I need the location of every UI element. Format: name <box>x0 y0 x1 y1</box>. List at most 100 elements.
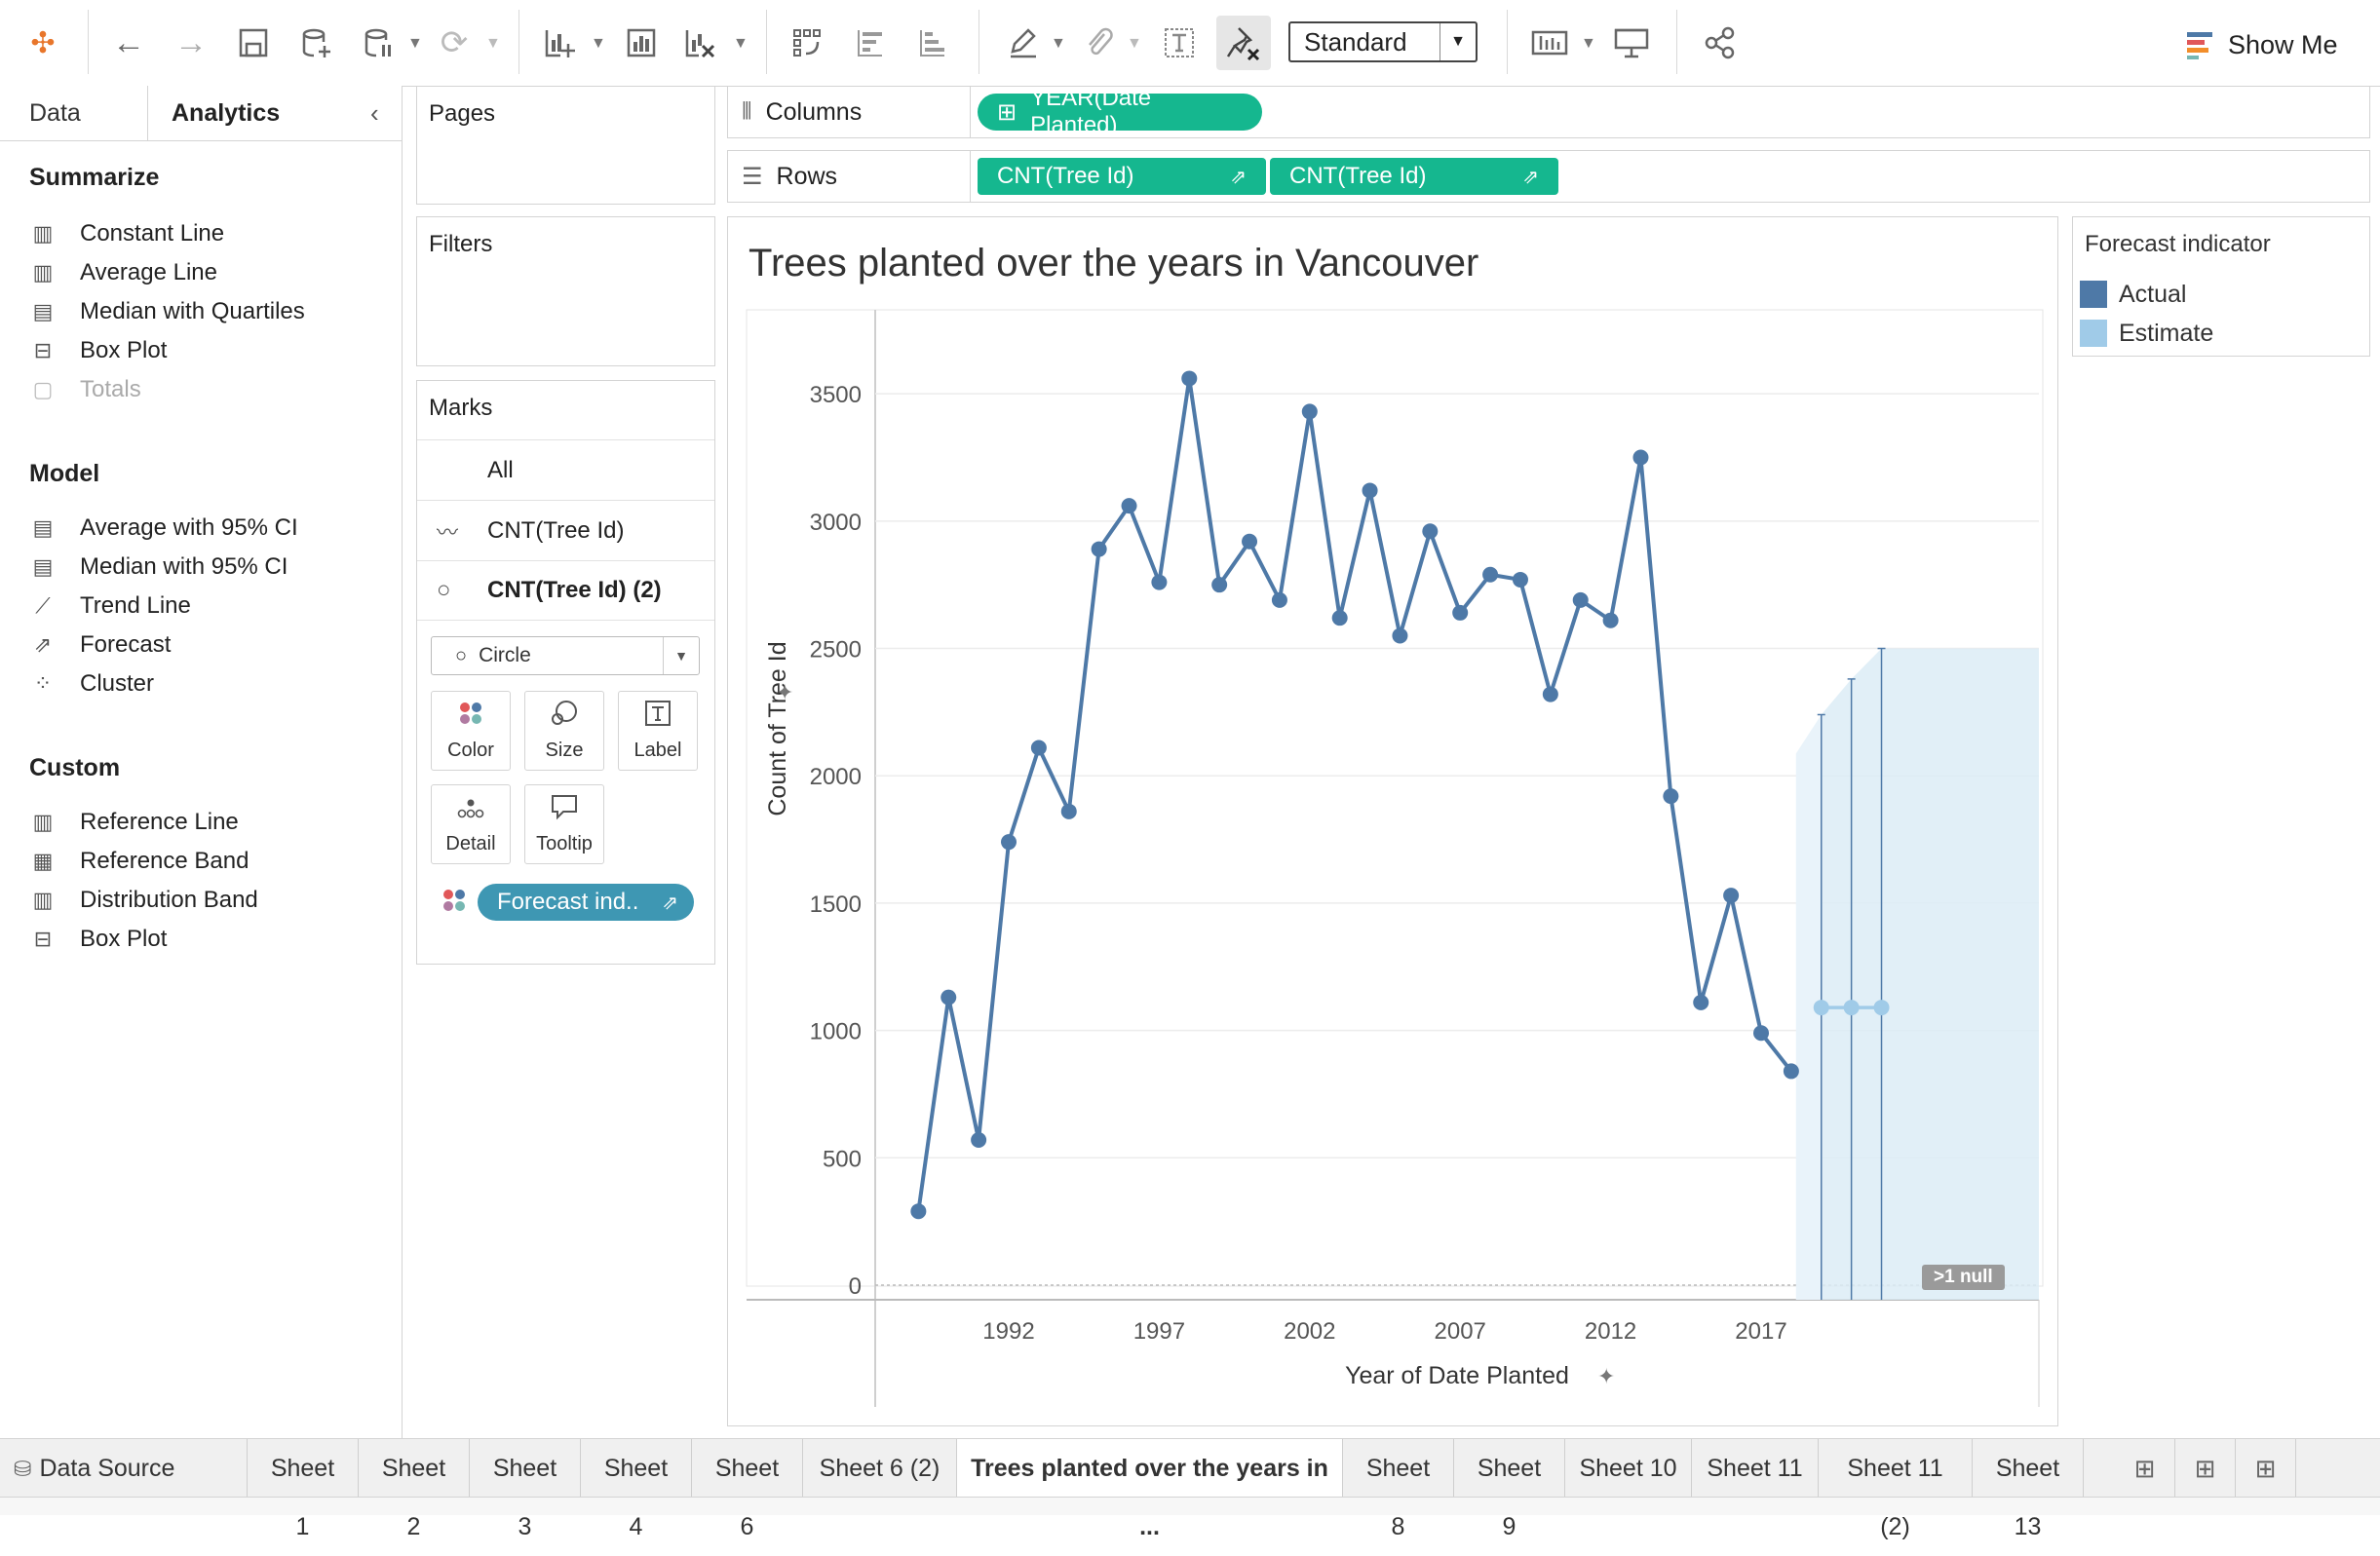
highlight-icon[interactable] <box>1002 21 1045 64</box>
sheet-tab[interactable]: Sheet 2 <box>359 1439 470 1540</box>
actual-data-point[interactable] <box>1151 574 1168 590</box>
collapse-panel-icon[interactable]: ‹ <box>370 86 379 140</box>
marks-row-cnt-tree-id[interactable]: 〰 CNT(Tree Id) <box>417 500 714 560</box>
show-me-button[interactable]: Show Me <box>2185 25 2338 64</box>
actual-data-point[interactable] <box>1001 834 1017 851</box>
duplicate-sheet-icon[interactable] <box>620 21 663 64</box>
presentation-mode-icon[interactable] <box>1610 21 1653 64</box>
marks-tooltip-button[interactable]: Tooltip <box>524 784 604 864</box>
sheet-tab[interactable]: Sheet 6 <box>692 1439 803 1540</box>
actual-data-point[interactable] <box>1211 577 1228 593</box>
fix-axes-icon[interactable] <box>1216 16 1271 70</box>
actual-data-point[interactable] <box>971 1132 987 1149</box>
new-worksheet-tab-icon[interactable]: ⊞ <box>2115 1439 2175 1498</box>
swap-rows-columns-icon[interactable] <box>786 21 828 64</box>
marks-row-cnt-tree-id-2[interactable]: ○ CNT(Tree Id) (2) <box>417 560 714 621</box>
save-icon[interactable] <box>232 21 275 64</box>
analytics-item-forecast[interactable]: ⇗ Forecast <box>29 626 172 664</box>
actual-data-point[interactable] <box>1572 591 1589 608</box>
marks-color-button[interactable]: Color <box>431 691 511 771</box>
pin-icon[interactable]: ✦ <box>1597 1364 1615 1388</box>
actual-data-point[interactable] <box>1362 482 1378 499</box>
rows-shelf[interactable]: ☰ Rows CNT(Tree Id) ⇗ CNT(Tree Id) ⇗ <box>727 150 2370 203</box>
columns-pill-year-date-planted[interactable]: ⊞ YEAR(Date Planted) <box>978 85 1262 138</box>
view-size-select[interactable]: Standard ▼ <box>1288 21 1478 62</box>
actual-data-point[interactable] <box>1542 686 1558 702</box>
share-icon[interactable] <box>1698 21 1741 64</box>
null-values-badge[interactable]: >1 null <box>1922 1265 2005 1290</box>
sheet-tab[interactable]: Sheet 11 <box>1692 1439 1819 1498</box>
new-story-tab-icon[interactable]: ⊞ <box>2236 1439 2296 1498</box>
actual-series-line[interactable] <box>916 376 1793 1212</box>
new-worksheet-dropdown-icon[interactable]: ▼ <box>591 35 606 53</box>
sheet-tab[interactable]: Sheet 9 <box>1454 1439 1565 1540</box>
mark-type-select[interactable]: ○ Circle ▼ <box>431 636 700 675</box>
clear-sheet-dropdown-icon[interactable]: ▼ <box>733 35 749 53</box>
actual-data-point[interactable] <box>1242 533 1258 550</box>
tab-data[interactable]: Data <box>0 86 148 140</box>
actual-data-point[interactable] <box>1602 612 1619 628</box>
analytics-item-totals[interactable]: ▢ Totals <box>29 370 141 409</box>
columns-shelf[interactable]: ⦀ Columns ⊞ YEAR(Date Planted) <box>727 85 2370 138</box>
actual-data-point[interactable] <box>1512 571 1528 588</box>
sort-ascending-icon[interactable] <box>848 21 891 64</box>
analytics-item-constant-line[interactable]: ▥ Constant Line <box>29 214 225 253</box>
actual-data-point[interactable] <box>1482 566 1499 583</box>
refresh-icon[interactable]: ⟳ <box>433 21 476 64</box>
group-dropdown-icon[interactable]: ▼ <box>1127 35 1142 53</box>
pin-icon[interactable]: ✦ <box>776 680 793 704</box>
estimate-data-point[interactable] <box>1873 1000 1890 1016</box>
actual-data-point[interactable] <box>1422 523 1439 540</box>
show-cards-icon[interactable] <box>1528 21 1571 64</box>
sheet-tab[interactable]: Sheet 3 <box>470 1439 581 1540</box>
undo-icon[interactable]: ← <box>107 21 150 64</box>
tab-data-source[interactable]: ⛁ Data Source <box>0 1439 248 1498</box>
sheet-tab[interactable]: Sheet 11 (2) <box>1819 1439 1973 1540</box>
actual-data-point[interactable] <box>940 989 957 1006</box>
actual-data-point[interactable] <box>1632 449 1649 466</box>
actual-data-point[interactable] <box>1753 1025 1769 1042</box>
legend-item-estimate[interactable]: Estimate <box>2080 316 2213 351</box>
analytics-item-average-ci[interactable]: ▤ Average with 95% CI <box>29 509 298 548</box>
pause-updates-icon[interactable] <box>357 21 400 64</box>
analytics-item-average-line[interactable]: ▥ Average Line <box>29 253 217 292</box>
pause-updates-dropdown-icon[interactable]: ▼ <box>407 35 423 53</box>
group-members-icon[interactable] <box>1076 21 1119 64</box>
analytics-item-box-plot-custom[interactable]: ⊟ Box Plot <box>29 920 168 959</box>
sheet-tab[interactable]: Sheet 4 <box>581 1439 692 1540</box>
analytics-item-distribution-band[interactable]: ▥ Distribution Band <box>29 881 258 920</box>
sort-descending-icon[interactable] <box>910 21 953 64</box>
redo-icon[interactable]: → <box>170 21 212 64</box>
actual-data-point[interactable] <box>1331 610 1348 626</box>
actual-data-point[interactable] <box>1663 788 1679 805</box>
actual-data-point[interactable] <box>1452 604 1469 621</box>
forecast-indicator-pill[interactable]: Forecast ind.. ⇗ <box>478 884 694 921</box>
analytics-item-cluster[interactable]: ⁘ Cluster <box>29 664 154 703</box>
new-dashboard-tab-icon[interactable]: ⊞ <box>2175 1439 2236 1498</box>
marks-row-all[interactable]: All <box>417 439 714 500</box>
legend-item-actual[interactable]: Actual <box>2080 277 2186 312</box>
sheet-tab[interactable]: Sheet 8 <box>1343 1439 1454 1540</box>
filters-card[interactable]: Filters <box>416 216 715 366</box>
new-data-source-icon[interactable] <box>294 21 337 64</box>
refresh-dropdown-icon[interactable]: ▼ <box>485 35 501 53</box>
analytics-item-reference-band[interactable]: ▦ Reference Band <box>29 842 250 881</box>
marks-detail-button[interactable]: Detail <box>431 784 511 864</box>
actual-data-point[interactable] <box>1783 1063 1799 1080</box>
estimate-data-point[interactable] <box>1813 1000 1829 1016</box>
analytics-item-median-ci[interactable]: ▤ Median with 95% CI <box>29 548 288 587</box>
clear-sheet-icon[interactable] <box>678 21 721 64</box>
estimate-data-point[interactable] <box>1843 1000 1860 1016</box>
actual-data-point[interactable] <box>1121 498 1137 514</box>
analytics-item-box-plot[interactable]: ⊟ Box Plot <box>29 331 168 370</box>
actual-data-point[interactable] <box>1091 541 1107 557</box>
tableau-logo-icon[interactable]: ✣ <box>21 21 64 64</box>
actual-data-point[interactable] <box>1030 740 1047 756</box>
rows-pill-cnt-tree-id-2[interactable]: CNT(Tree Id) ⇗ <box>1270 158 1558 195</box>
sheet-tab[interactable]: Sheet 10 <box>1565 1439 1692 1498</box>
new-worksheet-icon[interactable] <box>538 21 581 64</box>
analytics-item-median-quartiles[interactable]: ▤ Median with Quartiles <box>29 292 305 331</box>
highlight-dropdown-icon[interactable]: ▼ <box>1051 35 1066 53</box>
actual-data-point[interactable] <box>1060 803 1077 819</box>
marks-label-button[interactable]: Label <box>618 691 698 771</box>
